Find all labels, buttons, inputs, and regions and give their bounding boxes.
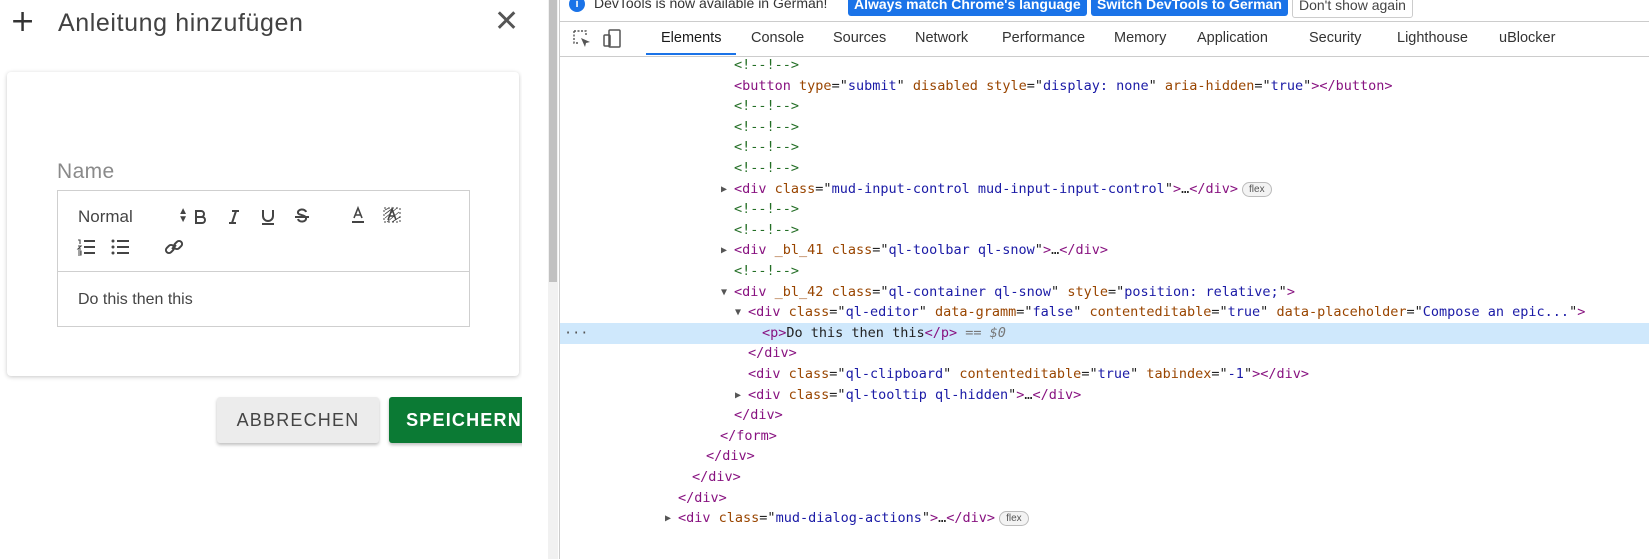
page-scrollbar-thumb[interactable]	[549, 0, 557, 282]
tab-lighthouse[interactable]: Lighthouse	[1397, 30, 1468, 46]
save-button[interactable]: SPEICHERN	[389, 397, 522, 443]
expand-arrow-icon[interactable]: ▶	[721, 240, 733, 261]
expand-arrow-icon[interactable]: ▶	[665, 508, 677, 529]
tab-security[interactable]: Security	[1309, 30, 1361, 46]
tab-sources[interactable]: Sources	[833, 30, 886, 46]
strikethrough-icon[interactable]	[290, 205, 314, 229]
tab-elements[interactable]: Elements	[661, 30, 721, 46]
device-toolbar-icon[interactable]	[602, 28, 624, 50]
dom-node-line[interactable]: <div class="ql-clipboard" contenteditabl…	[560, 364, 1649, 385]
dom-node-line[interactable]: </div>	[560, 446, 1649, 467]
node-actions-icon[interactable]: ···	[564, 323, 588, 344]
dom-node-line[interactable]: <!--!-->	[560, 137, 1649, 158]
dom-node-line[interactable]: <!--!-->	[560, 55, 1649, 76]
underline-icon[interactable]	[256, 205, 280, 229]
dom-node-line[interactable]: ▶ <div class="mud-dialog-actions">…</div>…	[560, 508, 1649, 529]
plus-icon: +	[10, 4, 36, 39]
rich-text-editor: Normal ▲ ▼ Do this then this	[57, 190, 470, 327]
dialog: + Anleitung hinzufügen ✕ Name Normal ▲▼	[0, 0, 522, 559]
header-select-value: Normal	[78, 207, 133, 226]
tab-network[interactable]: Network	[915, 30, 968, 46]
italic-icon[interactable]	[222, 205, 246, 229]
dom-node-line[interactable]: </div>	[560, 343, 1649, 364]
select-arrows-icon: ▲ ▼	[178, 206, 188, 225]
tab-memory[interactable]: Memory	[1114, 30, 1166, 46]
devtools-tabbar: Elements Console Sources Network Perform…	[560, 21, 1649, 57]
dom-node-line[interactable]: <!--!-->	[560, 96, 1649, 117]
dom-node-line[interactable]: </div>	[560, 488, 1649, 509]
editor-toolbar: Normal ▲ ▼	[58, 191, 469, 272]
dom-node-line[interactable]: <!--!-->	[560, 261, 1649, 282]
dom-node-line[interactable]: ▶ <div class="ql-tooltip ql-hidden">…</di…	[560, 385, 1649, 406]
bold-icon[interactable]	[188, 205, 212, 229]
dom-node-line[interactable]: ▶ <div _bl_41 class="ql-toolbar ql-snow">…	[560, 240, 1649, 261]
cancel-button[interactable]: ABBRECHEN	[217, 397, 379, 443]
dom-node-line[interactable]: <button type="submit" disabled style="di…	[560, 76, 1649, 97]
dom-node-line[interactable]: <!--!-->	[560, 220, 1649, 241]
tab-console[interactable]: Console	[751, 30, 804, 46]
background-color-icon[interactable]	[380, 203, 404, 227]
dom-node-line[interactable]: ▶ <div class="mud-input-control mud-input…	[560, 179, 1649, 200]
language-infobar: i DevTools is now available in German! A…	[560, 0, 1649, 20]
dom-node-line[interactable]: ▼ <div _bl_42 class="ql-container ql-snow…	[560, 282, 1649, 303]
elements-tree: <!--!--> <button type="submit" disabled s…	[560, 55, 1649, 559]
bullet-list-icon[interactable]	[108, 235, 132, 259]
dom-node-line[interactable]: </form>	[560, 426, 1649, 447]
dont-show-again-button[interactable]: Don't show again	[1292, 0, 1413, 18]
always-match-language-button[interactable]: Always match Chrome's language	[848, 0, 1087, 16]
close-icon[interactable]: ✕	[494, 6, 519, 38]
dom-node-line[interactable]: ▼ <div class="ql-editor" data-gramm="fals…	[560, 302, 1649, 323]
link-icon[interactable]	[162, 235, 186, 259]
name-label: Name	[57, 160, 115, 183]
tab-application[interactable]: Application	[1197, 30, 1268, 46]
dom-node-line[interactable]: ··· <p>Do this then this</p> == $0	[560, 322, 1649, 344]
dom-node-line[interactable]: <!--!-->	[560, 158, 1649, 179]
expand-arrow-icon[interactable]: ▶	[721, 179, 733, 200]
editor-content[interactable]: Do this then this	[78, 291, 193, 309]
switch-to-german-button[interactable]: Switch DevTools to German	[1091, 0, 1288, 16]
ordered-list-icon[interactable]	[74, 235, 98, 259]
collapse-arrow-icon[interactable]: ▼	[721, 282, 733, 303]
infobar-text: DevTools is now available in German!	[594, 0, 828, 11]
flex-badge[interactable]: flex	[1242, 181, 1272, 197]
info-icon: i	[569, 0, 585, 12]
collapse-arrow-icon[interactable]: ▼	[735, 302, 747, 323]
dom-node-line[interactable]: <!--!-->	[560, 117, 1649, 138]
devtools-panel: i DevTools is now available in German! A…	[559, 0, 1649, 559]
flex-badge[interactable]: flex	[999, 511, 1029, 527]
dom-node-line[interactable]: <!--!-->	[560, 199, 1649, 220]
dom-node-line[interactable]: </div>	[560, 405, 1649, 426]
expand-arrow-icon[interactable]: ▶	[735, 385, 747, 406]
inspect-element-icon[interactable]	[571, 28, 593, 50]
header-select[interactable]: Normal ▲ ▼	[78, 205, 188, 229]
text-color-icon[interactable]	[346, 203, 370, 227]
dom-node-line[interactable]: </div>	[560, 467, 1649, 488]
tab-performance[interactable]: Performance	[1002, 30, 1085, 46]
dialog-title: Anleitung hinzufügen	[58, 9, 304, 37]
dialog-content-card: Name Normal ▲ ▼ Do this then this	[7, 72, 519, 376]
tab-ublocker[interactable]: uBlocker	[1499, 30, 1555, 46]
